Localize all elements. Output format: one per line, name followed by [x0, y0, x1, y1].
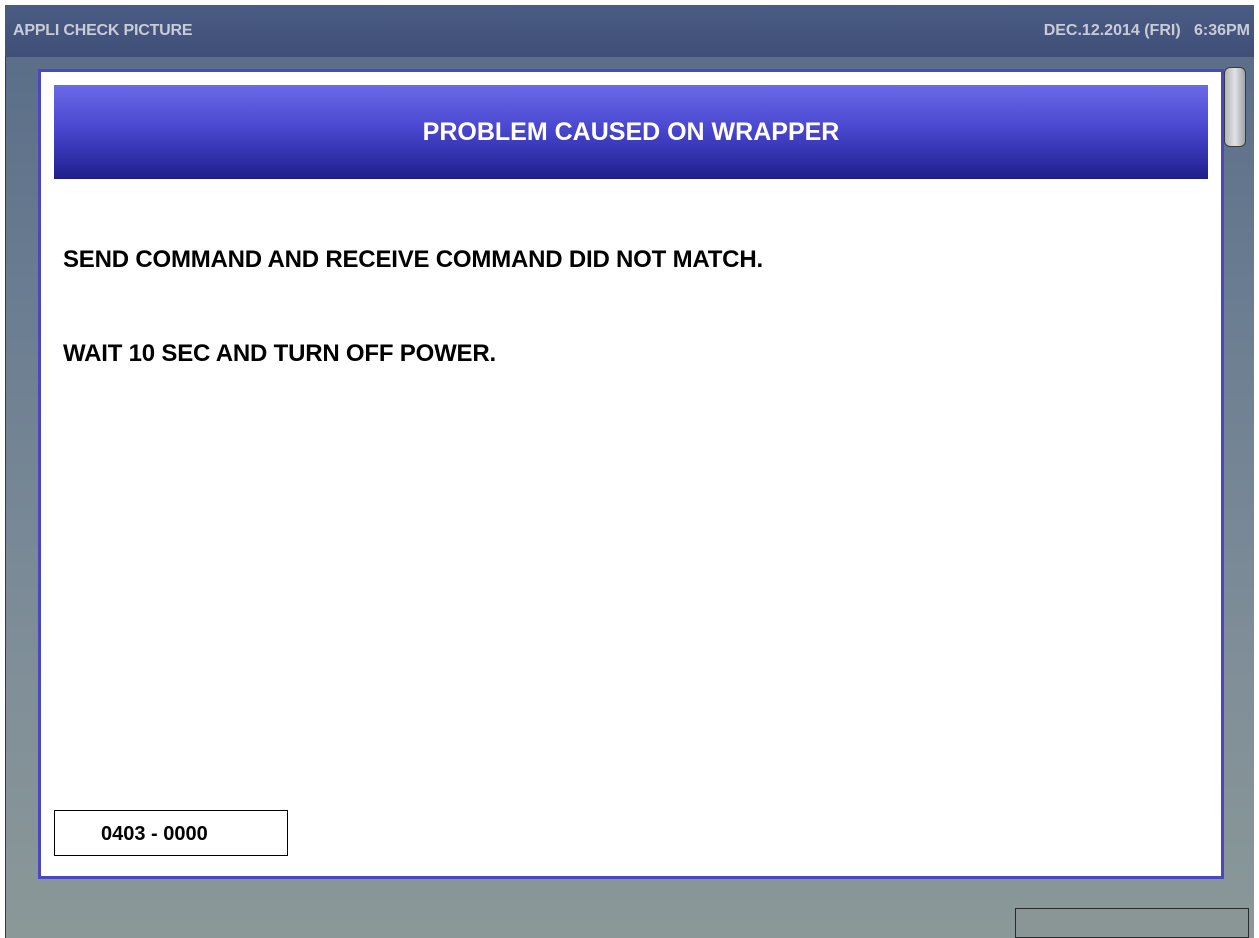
- error-code: 0403 - 0000: [101, 823, 208, 845]
- dialog-header: PROBLEM CAUSED ON WRAPPER: [54, 85, 1208, 179]
- error-dialog: PROBLEM CAUSED ON WRAPPER SEND COMMAND A…: [38, 69, 1224, 879]
- date-time: DEC.12.2014 (FRI) 6:36PM: [1043, 22, 1250, 39]
- error-message-line-2: WAIT 10 SEC AND TURN OFF POWER.: [63, 340, 496, 367]
- error-message-line-1: SEND COMMAND AND RECEIVE COMMAND DID NOT…: [63, 246, 763, 273]
- dialog-title: PROBLEM CAUSED ON WRAPPER: [422, 118, 840, 146]
- screen-name: APPLI CHECK PICTURE: [13, 22, 193, 39]
- title-bar: APPLI CHECK PICTURE DEC.12.2014 (FRI) 6:…: [5, 5, 1254, 57]
- bottom-button[interactable]: [1015, 908, 1249, 938]
- scrollbar-thumb[interactable]: [1224, 67, 1246, 147]
- screen: APPLI CHECK PICTURE DEC.12.2014 (FRI) 6:…: [0, 0, 1259, 938]
- error-code-box: 0403 - 0000: [54, 810, 288, 856]
